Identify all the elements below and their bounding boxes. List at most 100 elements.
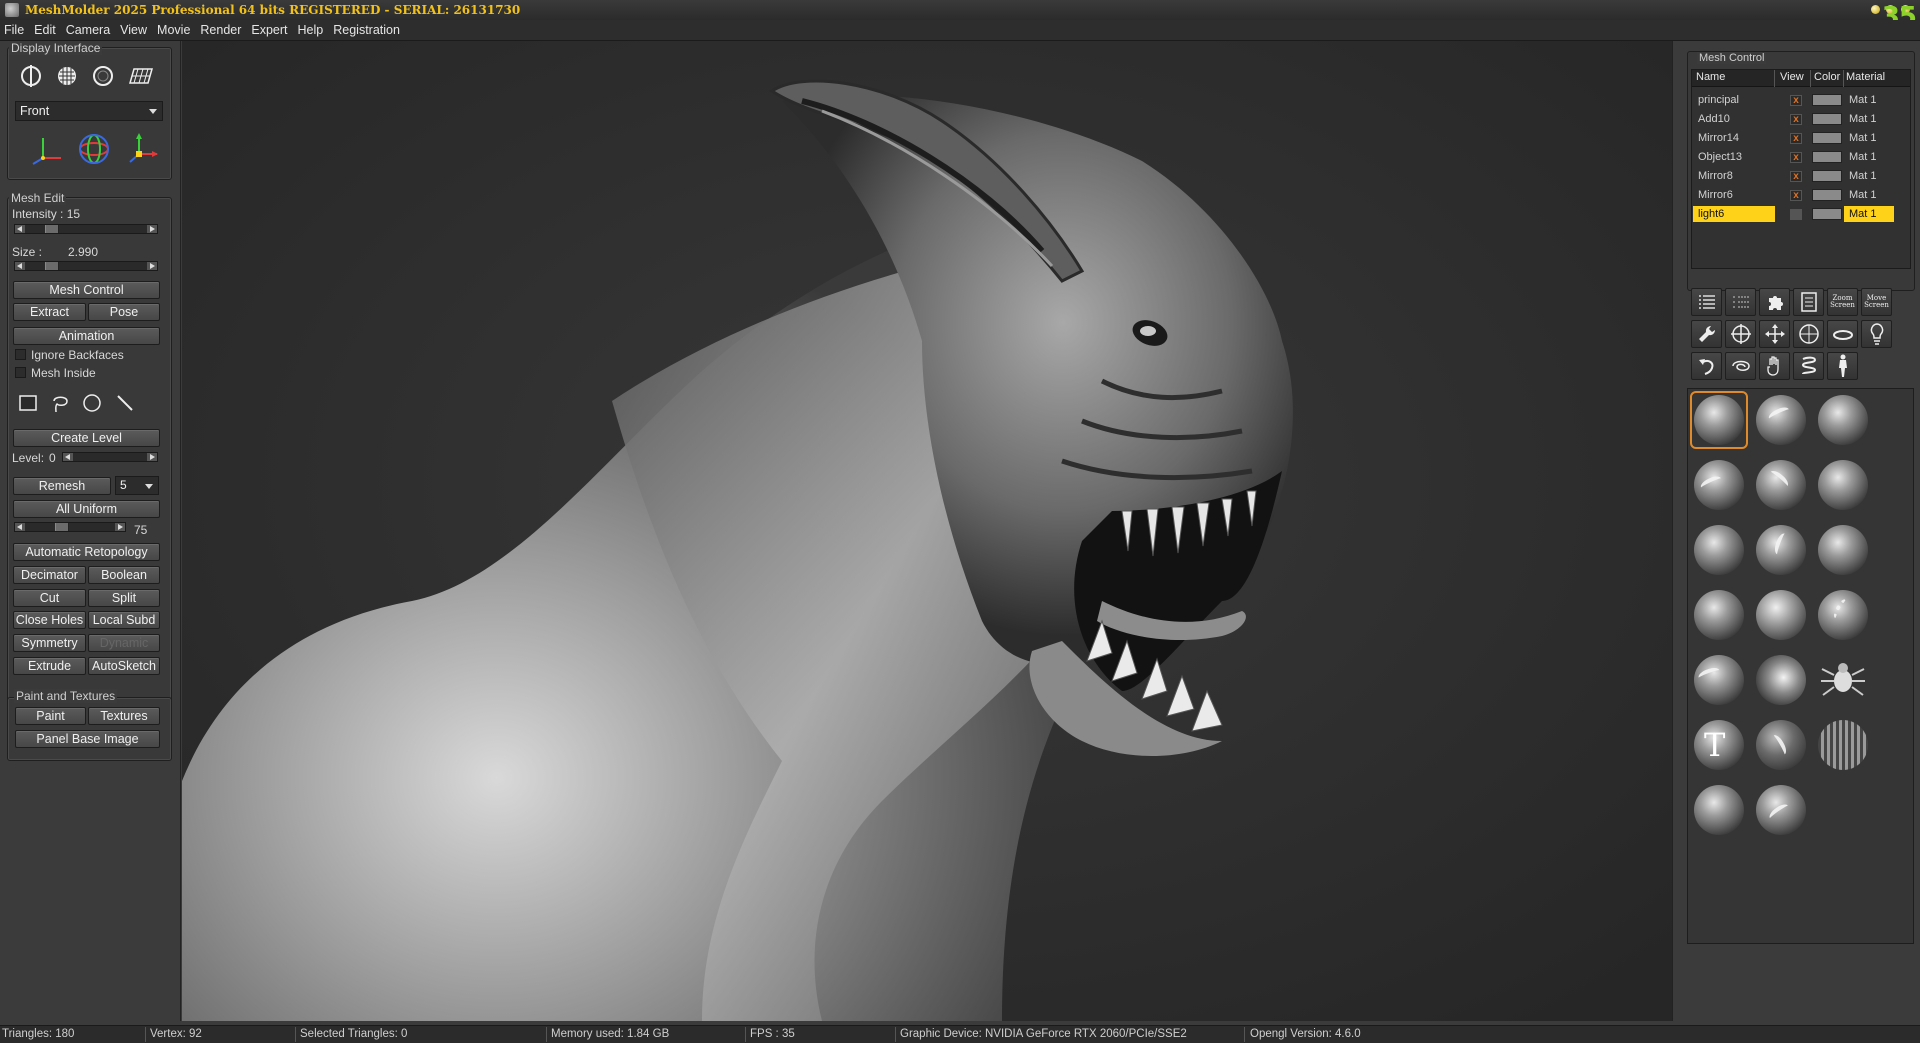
column-material[interactable]: Material — [1846, 71, 1885, 83]
remesh-level-select[interactable]: 5 — [115, 476, 159, 495]
mesh-material[interactable]: Mat 1 — [1849, 151, 1877, 163]
chain-brush[interactable] — [1814, 586, 1872, 644]
hook-brush[interactable] — [1752, 521, 1810, 579]
local-subd-button[interactable]: Local Subd — [88, 611, 160, 629]
axis-gizmo-icon[interactable] — [28, 131, 64, 167]
visibility-toggle[interactable]: x — [1790, 171, 1802, 182]
menu-view[interactable]: View — [115, 23, 152, 37]
menu-render[interactable]: Render — [195, 23, 246, 37]
spring-icon[interactable] — [1793, 352, 1824, 380]
extract-button[interactable]: Extract — [13, 303, 86, 321]
circle-select-icon[interactable] — [81, 392, 103, 414]
column-color[interactable]: Color — [1814, 71, 1840, 83]
close-holes-button[interactable]: Close Holes — [13, 611, 86, 629]
3d-viewport[interactable] — [182, 41, 1672, 1021]
solid-shaded-icon[interactable] — [18, 63, 44, 89]
slider-left-arrow[interactable] — [63, 453, 73, 461]
document-icon[interactable] — [1793, 288, 1824, 316]
visibility-toggle[interactable]: x — [1790, 190, 1802, 201]
color-swatch[interactable] — [1812, 170, 1842, 182]
color-swatch[interactable] — [1812, 151, 1842, 163]
cut-button[interactable]: Cut — [13, 589, 86, 607]
undo-curve-icon[interactable] — [1691, 352, 1722, 380]
planar-brush[interactable] — [1752, 716, 1810, 774]
lasso-select-icon[interactable] — [49, 392, 71, 414]
minimize-button[interactable] — [1871, 5, 1880, 14]
flatten-brush[interactable] — [1690, 521, 1748, 579]
mesh-row[interactable]: Object13 x Mat 1 — [1692, 149, 1910, 166]
snake-hook-brush[interactable] — [1690, 651, 1748, 709]
menu-expert[interactable]: Expert — [246, 23, 292, 37]
pinch-brush[interactable] — [1814, 521, 1872, 579]
intensity-slider[interactable] — [14, 224, 158, 234]
color-swatch[interactable] — [1812, 189, 1842, 201]
panel-base-image-button[interactable]: Panel Base Image — [15, 730, 160, 748]
figure-icon[interactable] — [1827, 352, 1858, 380]
smooth-brush[interactable] — [1814, 391, 1872, 449]
mesh-row[interactable]: Mirror8 x Mat 1 — [1692, 168, 1910, 185]
mesh-row[interactable]: Mirror6 x Mat 1 — [1692, 187, 1910, 204]
noise-brush[interactable] — [1752, 586, 1810, 644]
slider-right-arrow[interactable] — [115, 523, 125, 531]
line-select-icon[interactable] — [114, 392, 136, 414]
puzzle-icon[interactable] — [1759, 288, 1790, 316]
all-uniform-button[interactable]: All Uniform — [13, 500, 160, 518]
size-slider[interactable] — [14, 261, 158, 271]
mesh-row[interactable]: Mirror14 x Mat 1 — [1692, 130, 1910, 147]
paint-button[interactable]: Paint — [15, 707, 86, 725]
list-icon[interactable] — [1691, 288, 1722, 316]
move-screen-button[interactable]: Move Screen — [1861, 288, 1892, 316]
view-select[interactable]: Front — [15, 101, 163, 121]
slider-left-arrow[interactable] — [15, 523, 25, 531]
uniform-slider[interactable] — [14, 522, 126, 532]
mesh-row[interactable]: principal x Mat 1 — [1692, 92, 1910, 109]
twist-icon[interactable] — [1725, 352, 1756, 380]
visibility-toggle[interactable]: x — [1790, 152, 1802, 163]
slider-right-arrow[interactable] — [147, 225, 157, 233]
rectangle-select-icon[interactable] — [17, 392, 39, 414]
list-dotted-icon[interactable] — [1725, 288, 1756, 316]
level-slider[interactable] — [62, 452, 158, 462]
wrinkle-brush[interactable] — [1752, 456, 1810, 514]
boolean-button[interactable]: Boolean — [88, 566, 160, 584]
ring-icon[interactable] — [1827, 320, 1858, 348]
mesh-material[interactable]: Mat 1 — [1849, 94, 1877, 106]
clay-brush[interactable] — [1690, 456, 1748, 514]
layer-brush[interactable] — [1690, 781, 1748, 839]
automatic-retopology-button[interactable]: Automatic Retopology — [13, 543, 160, 561]
remesh-button[interactable]: Remesh — [13, 477, 111, 495]
visibility-toggle[interactable]: x — [1790, 95, 1802, 106]
create-level-button[interactable]: Create Level — [13, 429, 160, 447]
textures-button[interactable]: Textures — [88, 707, 160, 725]
color-swatch[interactable] — [1812, 94, 1842, 106]
text-brush[interactable]: T — [1690, 716, 1748, 774]
color-swatch[interactable] — [1812, 208, 1842, 220]
wire-sphere-icon[interactable] — [90, 63, 116, 89]
wrench-icon[interactable] — [1691, 320, 1722, 348]
visibility-toggle[interactable]: x — [1790, 114, 1802, 125]
menu-file[interactable]: File — [0, 23, 29, 37]
plane-grid-icon[interactable] — [126, 63, 156, 89]
decimator-button[interactable]: Decimator — [13, 566, 86, 584]
rotate-gizmo-icon[interactable] — [76, 131, 112, 167]
slider-thumb[interactable] — [45, 262, 59, 270]
slider-left-arrow[interactable] — [15, 225, 25, 233]
zoom-screen-button[interactable]: Zoom Screen — [1827, 288, 1858, 316]
mesh-inside-checkbox[interactable] — [15, 367, 26, 378]
crease-brush[interactable] — [1752, 391, 1810, 449]
inflate-brush[interactable] — [1814, 456, 1872, 514]
menu-registration[interactable]: Registration — [328, 23, 405, 37]
column-name[interactable]: Name — [1696, 71, 1725, 83]
column-view[interactable]: View — [1780, 71, 1804, 83]
mesh-material[interactable]: Mat 1 — [1849, 132, 1877, 144]
extrude-button[interactable]: Extrude — [13, 657, 86, 675]
pose-button[interactable]: Pose — [88, 303, 160, 321]
menu-edit[interactable]: Edit — [29, 23, 61, 37]
menu-help[interactable]: Help — [293, 23, 329, 37]
hand-icon[interactable] — [1759, 352, 1790, 380]
autosketch-button[interactable]: AutoSketch — [88, 657, 160, 675]
mesh-brush[interactable] — [1814, 716, 1872, 774]
stamp-brush[interactable] — [1814, 651, 1872, 709]
mesh-material[interactable]: Mat 1 — [1849, 189, 1877, 201]
scratch-brush[interactable] — [1752, 781, 1810, 839]
